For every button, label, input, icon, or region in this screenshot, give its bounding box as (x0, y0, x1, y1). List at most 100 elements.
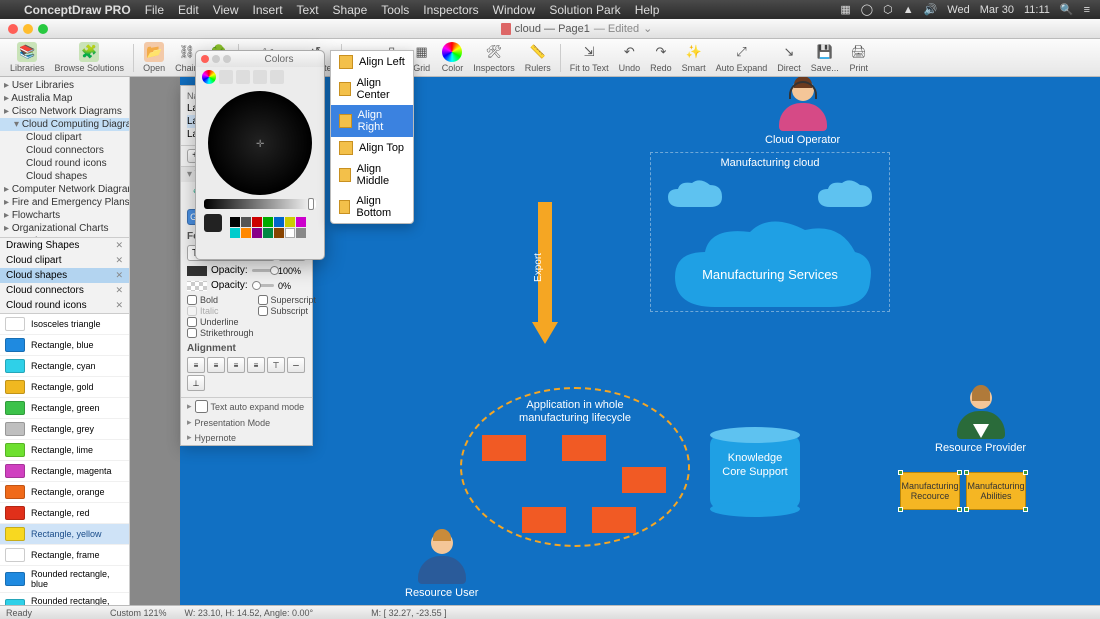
shape-small-cloud[interactable] (660, 177, 730, 217)
color-mode-tabs[interactable] (196, 67, 324, 87)
lib-category-selected[interactable]: Cloud shapes✕ (0, 268, 129, 283)
shape-mfg-resource-box[interactable]: ManufacturingRecource (900, 472, 960, 510)
panel-titlebar[interactable]: Colors (196, 51, 324, 67)
menu-insert[interactable]: Insert (253, 3, 283, 17)
close-icon[interactable]: ✕ (115, 300, 123, 311)
lib-category[interactable]: Drawing Shapes✕ (0, 238, 129, 253)
shape-palette[interactable]: Isosceles triangleRectangle, blueRectang… (0, 313, 129, 605)
lib-category[interactable]: Cloud clipart✕ (0, 253, 129, 268)
align-bottom-button[interactable]: ⊥ (187, 375, 205, 391)
toolbar-smart[interactable]: ✨Smart (678, 42, 710, 73)
presentation-mode-toggle[interactable]: Presentation Mode (181, 415, 312, 430)
menu-help[interactable]: Help (635, 3, 660, 17)
menu-shape[interactable]: Shape (333, 3, 368, 17)
bold-checkbox[interactable]: Bold (187, 295, 254, 305)
align-menu-item[interactable]: Align Top (331, 137, 413, 159)
toolbar-browse-solutions[interactable]: 🧩Browse Solutions (51, 42, 129, 73)
shape-process-box[interactable] (522, 507, 566, 533)
color-swatch[interactable] (241, 228, 251, 238)
brightness-slider[interactable] (204, 199, 316, 209)
shape-palette-item[interactable]: Rectangle, red (0, 503, 129, 524)
shape-process-box[interactable] (562, 435, 606, 461)
toolbar-auto-expand[interactable]: ⤢Auto Expand (712, 42, 772, 73)
lib-category[interactable]: Cloud round icons✕ (0, 298, 129, 313)
menu-text[interactable]: Text (297, 3, 319, 17)
menu-inspectors[interactable]: Inspectors (423, 3, 478, 17)
tree-node[interactable]: Cisco Network Diagrams (0, 105, 129, 118)
shape-process-box[interactable] (482, 435, 526, 461)
window-minimize-icon[interactable] (23, 24, 33, 34)
color-crayons-tab-icon[interactable] (270, 70, 284, 84)
close-icon[interactable]: ✕ (115, 255, 123, 266)
shape-palette-item[interactable]: Rectangle, yellow (0, 524, 129, 545)
window-close-icon[interactable] (8, 24, 18, 34)
shape-cloud-operator[interactable]: Cloud Operator (765, 79, 840, 146)
align-middle-button[interactable]: ─ (287, 357, 305, 373)
toolbar-print[interactable]: 🖨Print (845, 42, 873, 73)
shape-palette-item[interactable]: Rectangle, grey (0, 419, 129, 440)
tree-node-selected[interactable]: Cloud Computing Diagrams (0, 118, 129, 131)
menu-view[interactable]: View (213, 3, 239, 17)
menu-window[interactable]: Window (493, 3, 536, 17)
align-left-button[interactable]: ≡ (187, 357, 205, 373)
align-menu-item[interactable]: Align Left (331, 51, 413, 73)
tree-node[interactable]: Cloud shapes (0, 170, 129, 183)
menu-solution-park[interactable]: Solution Park (549, 3, 620, 17)
menu-list-icon[interactable]: ≡ (1084, 4, 1090, 16)
color-swatch[interactable] (263, 228, 273, 238)
tree-node[interactable]: Cloud round icons (0, 157, 129, 170)
shape-palette-item[interactable]: Rectangle, orange (0, 482, 129, 503)
opacity-slider[interactable] (252, 269, 274, 272)
status-sync-icon[interactable]: ◯ (861, 3, 873, 16)
menu-file[interactable]: File (145, 3, 164, 17)
strikethrough-checkbox[interactable]: Strikethrough (187, 328, 254, 338)
shape-palette-item[interactable]: Rectangle, green (0, 398, 129, 419)
color-spectrum-tab-icon[interactable] (253, 70, 267, 84)
colors-panel[interactable]: Colors ✛ (195, 50, 325, 260)
shape-process-box[interactable] (622, 467, 666, 493)
close-icon[interactable]: ✕ (115, 285, 123, 296)
toolbar-rulers[interactable]: 📏Rulers (521, 42, 555, 73)
shape-lifecycle-container[interactable]: Application in wholemanufacturing lifecy… (460, 387, 690, 547)
status-day[interactable]: Wed (947, 4, 969, 16)
align-menu-item[interactable]: Align Bottom (331, 191, 413, 223)
library-tree[interactable]: User Libraries Australia Map Cisco Netwo… (0, 77, 129, 237)
shape-knowledge-db[interactable]: KnowledgeCore Support (705, 427, 805, 509)
slider-knob[interactable] (308, 198, 314, 210)
shape-palette-item[interactable]: Rectangle, lime (0, 440, 129, 461)
shape-resource-provider[interactable]: Resource Provider (935, 387, 1026, 454)
color-swatches[interactable] (222, 214, 324, 241)
spotlight-icon[interactable]: 🔍 (1060, 3, 1074, 16)
shape-manufacturing-services-cloud[interactable]: Manufacturing Services (660, 212, 880, 322)
shape-resource-user[interactable]: Resource User (405, 532, 478, 599)
color-swatch[interactable] (252, 228, 262, 238)
status-zoom[interactable]: Custom 121% (110, 608, 167, 618)
subscript-checkbox[interactable]: Subscript (258, 306, 317, 316)
align-dropdown-menu[interactable]: Align LeftAlign CenterAlign RightAlign T… (330, 50, 414, 224)
toolbar-open[interactable]: 📂Open (139, 42, 169, 73)
shape-palette-item[interactable]: Rectangle, blue (0, 335, 129, 356)
color-sliders-tab-icon[interactable] (219, 70, 233, 84)
superscript-checkbox[interactable]: Superscript (258, 295, 317, 305)
toolbar-redo[interactable]: ↷Redo (646, 42, 676, 73)
color-wheel[interactable]: ✛ (208, 91, 312, 195)
menu-edit[interactable]: Edit (178, 3, 199, 17)
tree-node[interactable]: User Libraries (0, 79, 129, 92)
color-swatch[interactable] (296, 217, 306, 227)
toolbar-save[interactable]: 💾Save... (807, 42, 843, 73)
color-swatch[interactable] (263, 217, 273, 227)
color-wheel-tab-icon[interactable] (202, 70, 216, 84)
shape-export-arrow[interactable]: Export (532, 202, 558, 352)
tree-node[interactable]: Cloud clipart (0, 131, 129, 144)
status-dropbox-icon[interactable]: ⬡ (883, 3, 893, 16)
minimize-icon[interactable] (212, 55, 220, 63)
toolbar-libraries[interactable]: 📚Libraries (6, 42, 49, 73)
status-grid-icon[interactable]: ▦ (840, 3, 850, 16)
window-zoom-icon[interactable] (38, 24, 48, 34)
shape-manufacturing-boxes-selected[interactable]: ManufacturingRecource ManufacturingAbili… (900, 472, 1026, 510)
shape-palette-item[interactable]: Rectangle, frame (0, 545, 129, 566)
toolbar-color[interactable]: Color (438, 42, 468, 73)
color-palettes-tab-icon[interactable] (236, 70, 250, 84)
shape-palette-item[interactable]: Rectangle, magenta (0, 461, 129, 482)
status-time[interactable]: 11:11 (1024, 4, 1050, 16)
